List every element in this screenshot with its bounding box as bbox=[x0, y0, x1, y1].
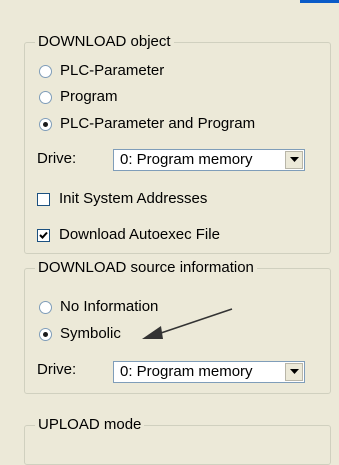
download-source-drive-select[interactable]: 0: Program memory bbox=[113, 361, 305, 383]
download-autoexec-label: Download Autoexec File bbox=[59, 226, 220, 243]
radio-plc-parameter-and-program-indicator[interactable] bbox=[39, 117, 52, 131]
download-object-drive-dropdown-button[interactable] bbox=[285, 151, 303, 169]
radio-plc-parameter-indicator[interactable] bbox=[39, 64, 52, 78]
download-options-panel: DOWNLOAD object PLC-Parameter Program PL… bbox=[0, 0, 339, 465]
download-object-drive-label: Drive: bbox=[37, 150, 77, 167]
download-source-drive-value: 0: Program memory bbox=[120, 363, 253, 380]
radio-plc-parameter[interactable]: PLC-Parameter bbox=[39, 62, 164, 80]
radio-symbolic[interactable]: Symbolic bbox=[39, 325, 121, 343]
left-frame-edge bbox=[0, 0, 6, 437]
radio-no-information[interactable]: No Information bbox=[39, 298, 158, 316]
init-system-addresses-checkbox[interactable] bbox=[37, 192, 50, 206]
download-source-drive-label: Drive: bbox=[37, 361, 77, 378]
init-system-addresses-checkbox-row[interactable]: Init System Addresses bbox=[37, 190, 207, 208]
chevron-down-icon bbox=[289, 157, 299, 162]
init-system-addresses-label: Init System Addresses bbox=[59, 190, 208, 207]
download-autoexec-checkbox[interactable] bbox=[37, 228, 50, 242]
upload-mode-group: UPLOAD mode bbox=[24, 416, 331, 465]
download-source-drive-dropdown-button[interactable] bbox=[285, 363, 303, 381]
checkmark-icon bbox=[39, 231, 48, 239]
radio-symbolic-indicator[interactable] bbox=[39, 327, 52, 341]
radio-program[interactable]: Program bbox=[39, 88, 118, 106]
upload-mode-legend: UPLOAD mode bbox=[35, 416, 145, 434]
radio-plc-parameter-and-program[interactable]: PLC-Parameter and Program bbox=[39, 115, 255, 133]
download-source-legend: DOWNLOAD source information bbox=[35, 259, 257, 277]
radio-plc-parameter-and-program-label: PLC-Parameter and Program bbox=[60, 115, 256, 132]
download-object-drive-value: 0: Program memory bbox=[120, 151, 253, 168]
chevron-down-icon bbox=[289, 369, 299, 374]
radio-program-indicator[interactable] bbox=[39, 90, 52, 104]
download-autoexec-checkbox-row[interactable]: Download Autoexec File bbox=[37, 226, 220, 244]
radio-program-label: Program bbox=[60, 88, 118, 105]
radio-no-information-indicator[interactable] bbox=[39, 300, 52, 314]
radio-no-information-label: No Information bbox=[60, 298, 159, 315]
download-object-legend: DOWNLOAD object bbox=[35, 33, 174, 51]
radio-plc-parameter-label: PLC-Parameter bbox=[60, 62, 165, 79]
radio-symbolic-label: Symbolic bbox=[60, 325, 121, 342]
download-object-drive-select[interactable]: 0: Program memory bbox=[113, 149, 305, 171]
